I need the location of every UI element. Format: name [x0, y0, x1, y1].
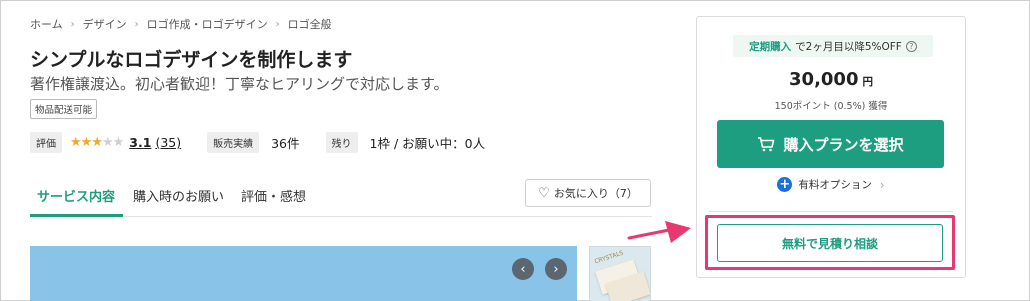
panel-divider: [709, 211, 953, 212]
gallery-main-image: ‹ ›: [30, 246, 577, 301]
star-icon: ★: [80, 135, 93, 150]
gallery-thumbnail[interactable]: CRYSTALS: [589, 246, 651, 301]
rating-value: 3.1: [129, 135, 152, 150]
paid-options-label: 有料オプション: [798, 179, 872, 191]
heart-icon: ♡: [538, 185, 550, 201]
price-value: 30,000: [789, 69, 859, 90]
gallery-prev-button[interactable]: ‹: [512, 258, 534, 280]
rating-link[interactable]: 3.1 (35): [129, 135, 181, 150]
star-empty-icon: ★: [112, 135, 125, 150]
help-icon[interactable]: ?: [905, 40, 917, 52]
sales-value: 36件: [271, 136, 300, 151]
chevron-left-icon: ‹: [520, 261, 526, 277]
promo-highlight: 定期購入: [749, 40, 792, 53]
points-earned: 150ポイント (0.5%) 獲得: [774, 101, 888, 112]
sales-label: 販売実績: [207, 132, 260, 153]
breadcrumb-design[interactable]: デザイン: [83, 16, 127, 32]
star-icon: ★: [91, 135, 103, 150]
star-icon: ★: [70, 135, 82, 150]
rating-count: (35): [155, 135, 182, 150]
tab-purchase-notes[interactable]: 購入時のお願い: [133, 186, 224, 205]
chevron-right-icon: ›: [553, 261, 559, 277]
paid-options-toggle[interactable]: + 有料オプション ›: [697, 177, 965, 192]
breadcrumb-logo-design[interactable]: ロゴ作成・ロゴデザイン: [147, 16, 268, 32]
select-plan-button[interactable]: 購入プランを選択: [717, 120, 944, 168]
price-currency: 円: [862, 76, 873, 88]
breadcrumb-separator: ›: [275, 18, 280, 30]
chevron-right-icon: ›: [879, 177, 885, 192]
favorite-label: お気に入り（7）: [553, 187, 638, 200]
page-title: シンプルなロゴデザインを制作します: [30, 49, 353, 71]
active-tab-indicator: [30, 214, 123, 217]
favorite-button[interactable]: ♡ お気に入り（7）: [525, 179, 651, 207]
select-plan-label: 購入プランを選択: [783, 135, 904, 154]
tab-reviews[interactable]: 評価・感想: [241, 186, 306, 205]
star-empty-icon: ★: [101, 135, 114, 150]
rating-stars: ★★★★★: [70, 135, 125, 150]
remaining-label: 残り: [325, 132, 358, 153]
breadcrumb-home[interactable]: ホーム: [30, 16, 63, 32]
tab-service-details[interactable]: サービス内容: [37, 186, 115, 205]
remaining-value: 1枠 / お願い中：0人: [369, 136, 486, 151]
free-estimate-button[interactable]: 無料で見積り相談: [717, 224, 943, 262]
stats-row: 評価 ★★★★★ 3.1 (35) 販売実績 36件 残り 1枠 / お願い中：0…: [30, 132, 485, 153]
promo-text: で2ヶ月目以降5%OFF: [795, 40, 902, 53]
breadcrumb-separator: ›: [70, 18, 75, 30]
plus-circle-icon: +: [777, 177, 793, 192]
subscription-promo: 定期購入 で2ヶ月目以降5%OFF ?: [733, 35, 933, 57]
breadcrumb-separator: ›: [134, 18, 139, 30]
annotation-arrow-icon: [627, 221, 691, 243]
price: 30,000 円: [697, 69, 965, 90]
breadcrumb-logo-general[interactable]: ロゴ全般: [288, 16, 332, 32]
shipping-badge: 物品配送可能: [30, 99, 98, 119]
page-subtitle: 著作権譲渡込。初心者歓迎！丁寧なヒアリングで対応します。: [30, 75, 449, 93]
cart-icon: [758, 137, 775, 152]
rating-label: 評価: [30, 132, 62, 153]
service-tabs: サービス内容 購入時のお願い 評価・感想 ♡ お気に入り（7）: [30, 177, 652, 217]
breadcrumb: ホーム › デザイン › ロゴ作成・ロゴデザイン › ロゴ全般: [30, 16, 332, 32]
gallery-next-button[interactable]: ›: [545, 258, 567, 280]
